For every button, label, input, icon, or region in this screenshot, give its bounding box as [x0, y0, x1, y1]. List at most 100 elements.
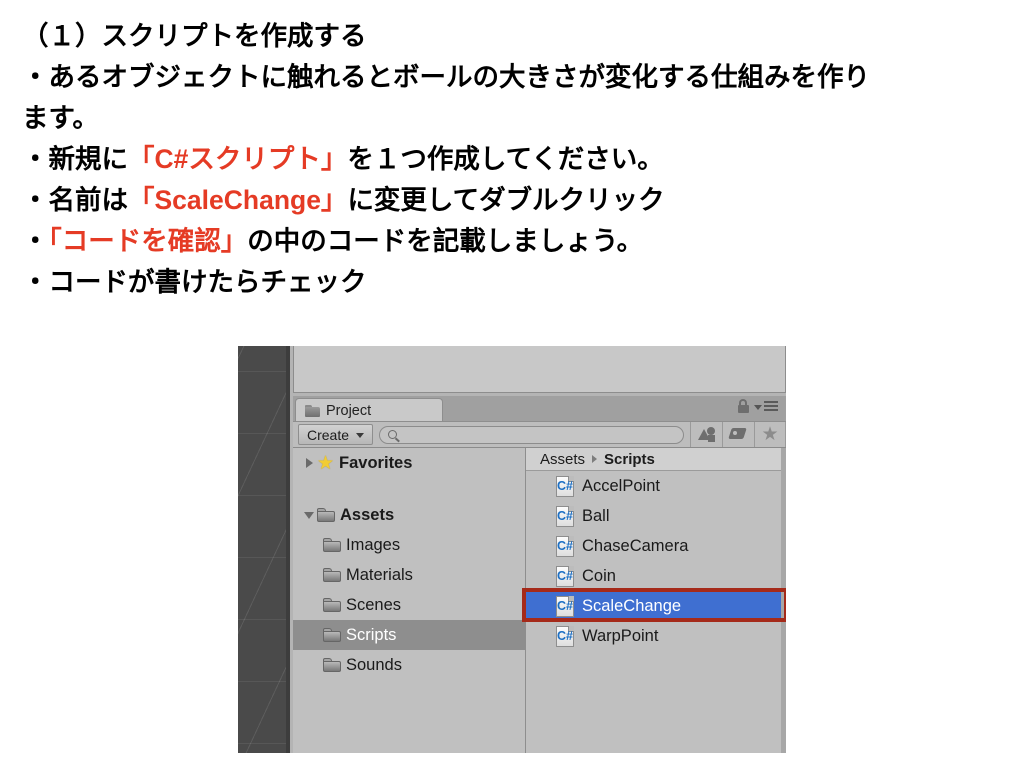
- breadcrumb-current: Scripts: [604, 450, 655, 468]
- file-row-accelpoint[interactable]: C# AccelPoint: [526, 471, 786, 501]
- project-tab-bar: Project: [293, 396, 786, 422]
- text-segment: ・新規に: [22, 144, 128, 174]
- tree-row-materials[interactable]: Materials: [293, 560, 525, 590]
- folder-icon: [323, 658, 341, 672]
- filter-by-favorite-button[interactable]: ★: [754, 422, 786, 447]
- breadcrumb: Assets Scripts: [526, 448, 786, 471]
- search-icon: [388, 430, 398, 439]
- project-tree-pane: ★ Favorites Assets Images Materials Scenes Scr…: [293, 448, 526, 753]
- chevron-right-icon: [592, 455, 598, 463]
- text-segment: ・コードが書けたらチェック: [22, 267, 367, 297]
- text-segment: ・あるオブジェクトに触れるとボールの大きさが変化する仕組みを作り: [22, 62, 870, 92]
- text-segment: 「コードを確認」: [48, 226, 248, 256]
- file-row-coin[interactable]: C# Coin: [526, 561, 786, 591]
- file-row-label: WarpPoint: [582, 626, 659, 645]
- unity-editor-screenshot: Project Create ★ ★ Favorites Assets Imag…: [238, 346, 786, 753]
- file-row-ball[interactable]: C# Ball: [526, 501, 786, 531]
- breadcrumb-root[interactable]: Assets: [540, 451, 585, 468]
- tree-row-scripts[interactable]: Scripts: [293, 620, 525, 650]
- tree-row-scenes[interactable]: Scenes: [293, 590, 525, 620]
- csharp-script-icon: C#: [556, 505, 574, 527]
- tree-row-label: Scripts: [346, 625, 397, 644]
- text-line-3: ます。: [22, 98, 1012, 139]
- folder-icon: [323, 598, 341, 612]
- text-segment: ます。: [22, 103, 99, 133]
- vertical-scrollbar[interactable]: [781, 448, 786, 753]
- text-segment: 「ScaleChange」: [128, 185, 348, 215]
- tree-row-label: Images: [346, 535, 401, 554]
- file-row-label: Coin: [582, 566, 616, 585]
- project-window: Project Create ★ ★ Favorites Assets Imag…: [293, 396, 786, 753]
- csharp-script-icon: C#: [556, 595, 574, 617]
- tab-project[interactable]: Project: [295, 398, 443, 422]
- tree-row-label: Assets: [340, 505, 395, 524]
- file-row-warppoint[interactable]: C# WarpPoint: [526, 621, 786, 651]
- csharp-script-icon: C#: [556, 475, 574, 497]
- hamburger-menu-icon[interactable]: [754, 401, 778, 411]
- csharp-script-icon: C#: [556, 535, 574, 557]
- chevron-right-icon[interactable]: [301, 458, 317, 468]
- tree-row-sounds[interactable]: Sounds: [293, 650, 525, 680]
- chevron-down-icon: [754, 405, 762, 410]
- search-input[interactable]: [379, 425, 684, 444]
- text-segment: を１つ作成してください。: [347, 144, 664, 174]
- file-row-scalechange[interactable]: C# ScaleChange: [526, 591, 786, 621]
- project-tree: ★ Favorites Assets Images Materials Scenes Scr…: [293, 448, 525, 680]
- lock-icon[interactable]: [738, 399, 749, 413]
- tab-project-label: Project: [326, 402, 372, 419]
- upper-partial-panel: [293, 346, 786, 393]
- chevron-down-icon: [356, 433, 365, 438]
- tree-row-label: Favorites: [339, 453, 413, 472]
- text-line-7: ・コードが書けたらチェック: [22, 262, 1012, 303]
- project-body: ★ Favorites Assets Images Materials Scenes Scr…: [293, 448, 786, 753]
- filter-by-label-button[interactable]: [722, 422, 754, 447]
- project-file-pane: Assets Scripts C# AccelPoint C# Ball C# Chase…: [526, 448, 786, 753]
- text-line-1: （１）スクリプトを作成する: [22, 16, 1012, 57]
- file-row-chasecamera[interactable]: C# ChaseCamera: [526, 531, 786, 561]
- scene-view-strip: [238, 346, 290, 753]
- csharp-script-icon: C#: [556, 625, 574, 647]
- csharp-script-icon: C#: [556, 565, 574, 587]
- folder-icon: [305, 404, 320, 417]
- file-row-label: AccelPoint: [582, 476, 660, 495]
- file-row-label: ScaleChange: [582, 596, 682, 615]
- text-line-2: ・あるオブジェクトに触れるとボールの大きさが変化する仕組みを作り: [22, 57, 1012, 98]
- text-line-4: ・新規に「C#スクリプト」を１つ作成してください。: [22, 139, 1012, 180]
- file-row-label: ChaseCamera: [582, 536, 689, 555]
- file-list: C# AccelPoint C# Ball C# ChaseCamera C# Coin C# S…: [526, 471, 786, 651]
- text-segment: 「C#スクリプト」: [128, 144, 348, 174]
- project-toolbar: Create ★: [293, 421, 786, 448]
- text-line-5: ・名前は「ScaleChange」に変更してダブルクリック: [22, 180, 1012, 221]
- text-segment: （１）スクリプトを作成する: [22, 21, 367, 51]
- star-icon: ★: [761, 424, 779, 445]
- text-segment: に変更してダブルクリック: [347, 185, 665, 215]
- slide-page: （１）スクリプトを作成する ・あるオブジェクトに触れるとボールの大きさが変化する…: [0, 0, 1024, 768]
- text-segment: ・: [22, 226, 49, 256]
- chevron-right-icon: [305, 458, 313, 468]
- create-button-label: Create: [307, 426, 350, 443]
- shapes-icon: [698, 427, 715, 442]
- star-icon: ★: [317, 452, 335, 474]
- slide-text-block: （１）スクリプトを作成する ・あるオブジェクトに触れるとボールの大きさが変化する…: [22, 16, 1012, 303]
- tree-row-images[interactable]: Images: [293, 530, 525, 560]
- folder-icon: [323, 538, 341, 552]
- tree-row-label: Sounds: [346, 655, 402, 674]
- tree-row-label: Scenes: [346, 595, 402, 614]
- folder-icon: [317, 508, 335, 522]
- text-segment: ・名前は: [22, 185, 128, 215]
- tab-right-controls: [738, 399, 778, 413]
- tag-icon: [728, 428, 747, 441]
- text-line-6: ・「コードを確認」の中のコードを記載しましょう。: [22, 221, 1012, 262]
- file-row-label: Ball: [582, 506, 610, 525]
- chevron-down-icon[interactable]: [301, 511, 317, 519]
- text-segment: の中のコードを記載しましょう。: [247, 226, 644, 256]
- create-button[interactable]: Create: [298, 424, 374, 445]
- chevron-down-icon: [304, 511, 314, 519]
- folder-icon: [323, 568, 341, 582]
- tree-row-label: Materials: [346, 565, 413, 584]
- folder-icon: [323, 628, 341, 642]
- tree-row-favorites[interactable]: ★ Favorites: [293, 448, 525, 478]
- filter-by-type-button[interactable]: [690, 422, 722, 447]
- tree-row-assets[interactable]: Assets: [293, 500, 525, 530]
